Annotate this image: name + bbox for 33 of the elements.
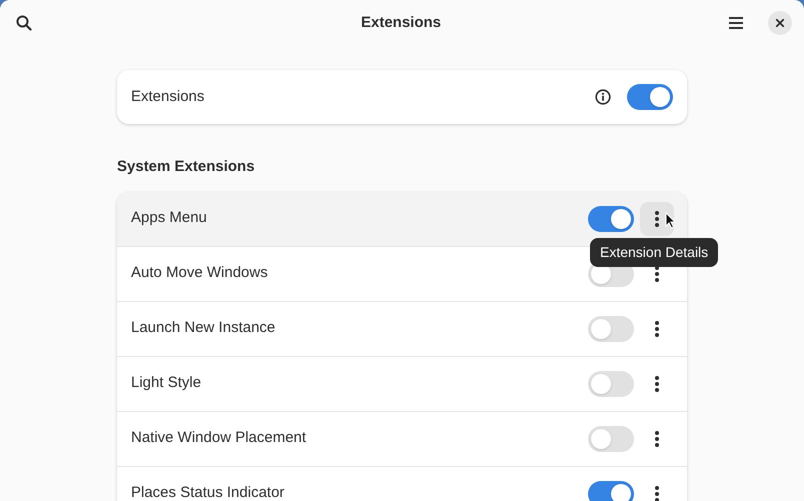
extension-row[interactable]: Launch New Instance: [117, 302, 687, 356]
extension-row[interactable]: Apps Menu: [117, 192, 687, 246]
extension-row[interactable]: Light Style: [117, 356, 687, 412]
extension-name: Auto Move Windows: [131, 263, 269, 284]
extension-name: Light Style: [131, 373, 202, 394]
more-options-icon: [655, 376, 659, 392]
more-options-icon: [655, 266, 659, 282]
toggle-switch[interactable]: [588, 370, 634, 396]
extensions-label: Extensions: [131, 86, 206, 107]
toggle-switch[interactable]: [627, 84, 673, 110]
extension-name: Apps Menu: [131, 208, 208, 228]
extension-name: Native Window Placement: [131, 428, 308, 448]
toggle-switch[interactable]: [588, 206, 634, 232]
close-button[interactable]: [768, 11, 792, 35]
tooltip: Extension Details: [590, 238, 718, 267]
more-options-icon: [655, 430, 659, 446]
toggle-switch[interactable]: [588, 426, 634, 452]
section-heading: System Extensions: [117, 157, 255, 177]
extension-name: Places Status Indicator: [131, 483, 286, 501]
info-icon[interactable]: [595, 89, 611, 105]
window-title: Extensions: [360, 12, 442, 33]
more-options-icon: [655, 320, 659, 336]
extension-name: Launch New Instance: [131, 318, 276, 338]
search-icon: [16, 15, 32, 31]
more-options-icon: [655, 210, 659, 226]
more-options-icon: [655, 486, 659, 501]
toggle-switch[interactable]: [588, 316, 634, 342]
close-icon: [776, 19, 784, 27]
mouse-pointer-icon: [665, 212, 676, 229]
extension-row[interactable]: Places Status Indicator: [117, 466, 687, 501]
toggle-switch[interactable]: [588, 480, 634, 501]
menu-icon: [729, 17, 743, 29]
extension-row[interactable]: Native Window Placement: [117, 412, 687, 466]
